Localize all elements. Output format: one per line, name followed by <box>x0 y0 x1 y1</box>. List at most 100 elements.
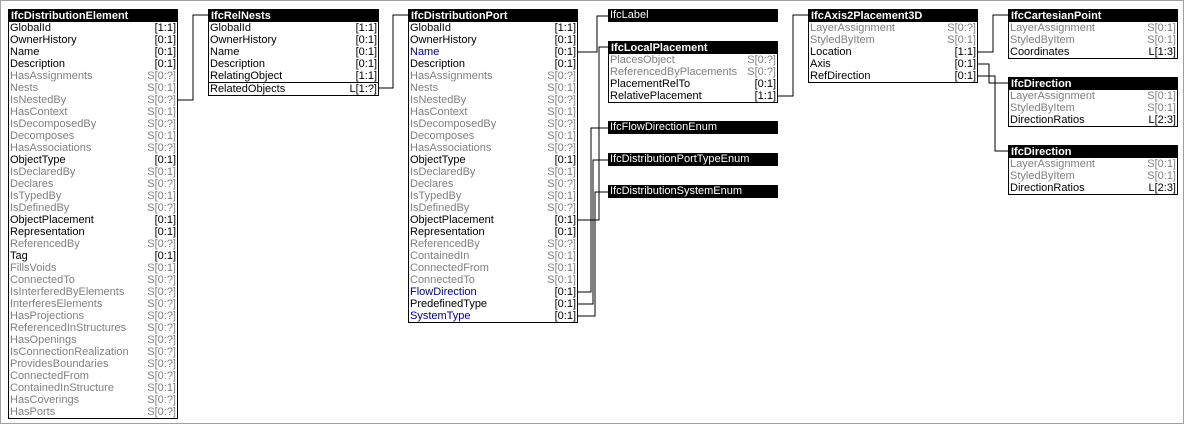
attribute-row[interactable]: Representation [0:1] <box>409 226 577 238</box>
attribute-row[interactable]: RelatedObjects L[1:?] <box>209 83 378 95</box>
attribute-row[interactable]: IsNestedBy S[0:?] <box>409 94 577 106</box>
attribute-row[interactable]: Tag [0:1] <box>9 250 177 262</box>
attribute-row[interactable]: PredefinedType [0:1] <box>409 298 577 310</box>
attribute-cardinality: S[0:?] <box>547 142 576 154</box>
attribute-row[interactable]: ObjectPlacement [0:1] <box>409 214 577 226</box>
entity-ifc-distribution-port-type-enum[interactable]: IfcDistributionPortTypeEnum <box>608 153 778 166</box>
attribute-row[interactable]: ConnectedFrom S[0:?] <box>9 370 177 382</box>
entity-ifc-flow-direction-enum[interactable]: IfcFlowDirectionEnum <box>608 121 778 134</box>
attribute-row[interactable]: ReferencedInStructures S[0:?] <box>9 322 177 334</box>
attribute-row[interactable]: DirectionRatios L[2:3] <box>1009 114 1177 126</box>
attribute-row[interactable]: Location [1:1] <box>809 46 977 58</box>
entity-ifc-local-placement[interactable]: IfcLocalPlacement PlacesObject S[0:?] Refer… <box>608 41 778 103</box>
attribute-row[interactable]: HasAssignments S[0:?] <box>9 70 177 82</box>
attribute-row[interactable]: LayerAssignment S[0:1] <box>1009 22 1177 34</box>
attribute-row[interactable]: ConnectedTo S[0:1] <box>409 274 577 286</box>
attribute-row[interactable]: Declares S[0:?] <box>9 178 177 190</box>
attribute-row[interactable]: StyledByItem S[0:1] <box>809 34 977 46</box>
attribute-row[interactable]: IsNestedBy S[0:?] <box>9 94 177 106</box>
attribute-row[interactable]: IsConnectionRealization S[0:?] <box>9 346 177 358</box>
attribute-row[interactable]: HasAssignments S[0:?] <box>409 70 577 82</box>
attribute-row[interactable]: IsInterferedByElements S[0:?] <box>9 286 177 298</box>
attribute-row[interactable]: IsDecomposedBy S[0:?] <box>409 118 577 130</box>
attribute-row[interactable]: ProvidesBoundaries S[0:?] <box>9 358 177 370</box>
attribute-row[interactable]: ContainedInStructure S[0:1] <box>9 382 177 394</box>
attribute-row[interactable]: ConnectedTo S[0:?] <box>9 274 177 286</box>
attribute-row[interactable]: HasProjections S[0:?] <box>9 310 177 322</box>
entity-ifc-direction[interactable]: IfcDirection LayerAssignment S[0:1] StyledB… <box>1008 145 1178 195</box>
attribute-row[interactable]: IsDefinedBy S[0:?] <box>409 202 577 214</box>
attribute-row[interactable]: LayerAssignment S[0:1] <box>1009 90 1177 102</box>
attribute-row[interactable]: LayerAssignment S[0:?] <box>809 22 977 34</box>
attribute-row[interactable]: ConnectedFrom S[0:1] <box>409 262 577 274</box>
attribute-row[interactable]: GlobalId [1:1] <box>209 22 378 34</box>
attribute-name: Description <box>210 58 266 70</box>
entity-ifc-distribution-system-enum[interactable]: IfcDistributionSystemEnum <box>608 185 778 198</box>
attribute-row[interactable]: IsTypedBy S[0:1] <box>409 190 577 202</box>
attribute-row[interactable]: OwnerHistory [0:1] <box>9 34 177 46</box>
entity-ifc-direction[interactable]: IfcDirection LayerAssignment S[0:1] StyledB… <box>1008 77 1178 127</box>
attribute-row[interactable]: OwnerHistory [0:1] <box>409 34 577 46</box>
attribute-row[interactable]: IsTypedBy S[0:1] <box>9 190 177 202</box>
attribute-row[interactable]: HasContext S[0:1] <box>409 106 577 118</box>
attribute-row[interactable]: Description [0:1] <box>9 58 177 70</box>
attribute-row[interactable]: ObjectPlacement [0:1] <box>9 214 177 226</box>
attribute-row[interactable]: ReferencedBy S[0:?] <box>409 238 577 250</box>
attribute-name: IsTypedBy <box>410 190 462 202</box>
attribute-row[interactable]: StyledByItem S[0:1] <box>1009 170 1177 182</box>
attribute-row[interactable]: Representation [0:1] <box>9 226 177 238</box>
attribute-name: IsDecomposedBy <box>410 118 497 130</box>
attribute-row[interactable]: Coordinates L[1:3] <box>1009 46 1177 58</box>
attribute-row[interactable]: HasPorts S[0:?] <box>9 406 177 418</box>
entity-ifc-label[interactable]: IfcLabel <box>608 9 778 22</box>
attribute-row[interactable]: RefDirection [0:1] <box>809 70 977 82</box>
attribute-row[interactable]: HasAssociations S[0:?] <box>9 142 177 154</box>
attribute-row[interactable]: HasAssociations S[0:?] <box>409 142 577 154</box>
entity-ifc-cartesian-point[interactable]: IfcCartesianPoint LayerAssignment S[0:1] St… <box>1008 9 1178 59</box>
attribute-row[interactable]: Declares S[0:?] <box>409 178 577 190</box>
attribute-row[interactable]: StyledByItem S[0:1] <box>1009 102 1177 114</box>
attribute-row[interactable]: HasContext S[0:1] <box>9 106 177 118</box>
entity-ifc-rel-nests[interactable]: IfcRelNests GlobalId [1:1] OwnerHistory [0:1… <box>208 9 379 96</box>
attribute-row[interactable]: IsDefinedBy S[0:?] <box>9 202 177 214</box>
attribute-row[interactable]: Description [0:1] <box>209 58 378 70</box>
entity-ifc-axis2-placement3-d[interactable]: IfcAxis2Placement3D LayerAssignment S[0:?]… <box>808 9 978 83</box>
attribute-row[interactable]: StyledByItem S[0:1] <box>1009 34 1177 46</box>
attribute-row[interactable]: IsDeclaredBy S[0:1] <box>409 166 577 178</box>
attribute-row[interactable]: FlowDirection [0:1] <box>409 286 577 298</box>
attribute-row[interactable]: LayerAssignment S[0:1] <box>1009 158 1177 170</box>
attribute-cardinality: [1:1] <box>754 90 776 102</box>
attribute-row[interactable]: Decomposes S[0:1] <box>409 130 577 142</box>
attribute-cardinality: [1:1] <box>554 22 576 34</box>
attribute-row[interactable]: IsDecomposedBy S[0:?] <box>9 118 177 130</box>
attribute-row[interactable]: Name [0:1] <box>209 46 378 58</box>
attribute-row[interactable]: Decomposes S[0:1] <box>9 130 177 142</box>
attribute-row[interactable]: Nests S[0:1] <box>409 82 577 94</box>
attribute-row[interactable]: Nests S[0:1] <box>9 82 177 94</box>
attribute-row[interactable]: HasCoverings S[0:?] <box>9 394 177 406</box>
attribute-row[interactable]: ObjectType [0:1] <box>409 154 577 166</box>
attribute-row[interactable]: ContainedIn S[0:1] <box>409 250 577 262</box>
attribute-row[interactable]: ReferencedBy S[0:?] <box>9 238 177 250</box>
attribute-row[interactable]: GlobalId [1:1] <box>409 22 577 34</box>
attribute-row[interactable]: Name [0:1] <box>9 46 177 58</box>
attribute-row[interactable]: PlacementRelTo [0:1] <box>609 78 777 90</box>
attribute-row[interactable]: FillsVoids S[0:1] <box>9 262 177 274</box>
attribute-row[interactable]: GlobalId [1:1] <box>9 22 177 34</box>
attribute-row[interactable]: Axis [0:1] <box>809 58 977 70</box>
attribute-row[interactable]: DirectionRatios L[2:3] <box>1009 182 1177 194</box>
entity-ifc-distribution-port[interactable]: IfcDistributionPort GlobalId [1:1] OwnerHis… <box>408 9 578 323</box>
attribute-row[interactable]: HasOpenings S[0:?] <box>9 334 177 346</box>
attribute-row[interactable]: OwnerHistory [0:1] <box>209 34 378 46</box>
attribute-row[interactable]: Description [0:1] <box>409 58 577 70</box>
attribute-row[interactable]: RelatingObject [1:1] <box>209 70 378 83</box>
attribute-row[interactable]: Name [0:1] <box>409 46 577 58</box>
attribute-row[interactable]: ObjectType [0:1] <box>9 154 177 166</box>
attribute-row[interactable]: IsDeclaredBy S[0:1] <box>9 166 177 178</box>
entity-ifc-distribution-element[interactable]: IfcDistributionElement GlobalId [1:1] Owner… <box>8 9 178 419</box>
attribute-row[interactable]: ReferencedByPlacements S[0:?] <box>609 66 777 78</box>
attribute-row[interactable]: InterferesElements S[0:?] <box>9 298 177 310</box>
attribute-row[interactable]: SystemType [0:1] <box>409 310 577 322</box>
attribute-row[interactable]: RelativePlacement [1:1] <box>609 90 777 102</box>
attribute-row[interactable]: PlacesObject S[0:?] <box>609 54 777 66</box>
